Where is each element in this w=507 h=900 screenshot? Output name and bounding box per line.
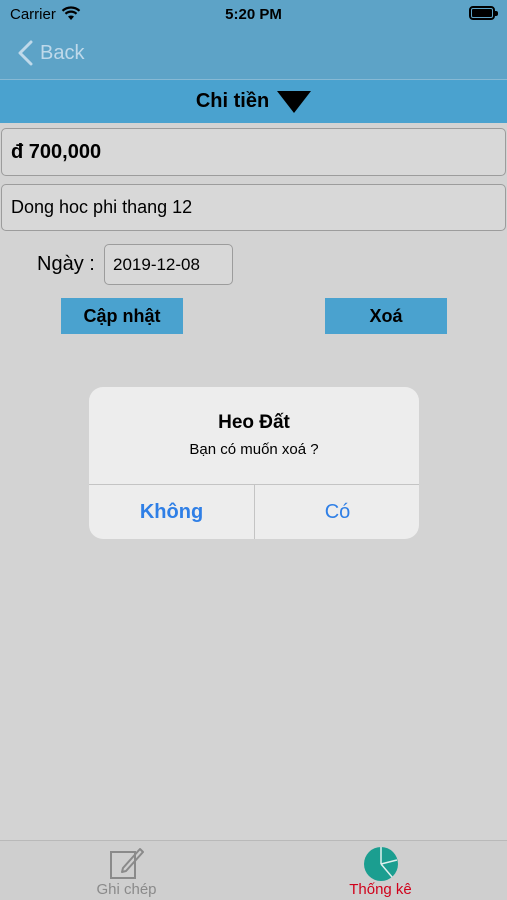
edit-note-icon	[109, 846, 145, 885]
dropdown-triangle-icon	[277, 90, 312, 113]
note-field[interactable]: Dong hoc phi thang 12	[1, 184, 506, 231]
screen: Carrier 5:20 PM Back Chi tiền đ 700,000 …	[0, 0, 507, 900]
alert-title: Heo Đất	[218, 412, 290, 433]
status-time: 5:20 PM	[225, 6, 282, 23]
tab-bar: Ghi chép Thống kê	[0, 840, 507, 900]
date-label: Ngày :	[37, 253, 95, 275]
tab-ghi-chep[interactable]: Ghi chép	[0, 841, 253, 900]
status-bar: Carrier 5:20 PM	[0, 0, 507, 28]
battery-icon	[469, 6, 498, 20]
tab-label-ghi-chep: Ghi chép	[96, 881, 157, 898]
chevron-left-icon	[18, 40, 33, 66]
alert-confirm-button[interactable]: Có	[255, 485, 419, 539]
back-button[interactable]: Back	[16, 40, 84, 66]
date-field[interactable]: 2019-12-08	[104, 244, 233, 285]
confirm-delete-alert: Heo Đất Bạn có muốn xoá ? Không Có	[89, 387, 419, 539]
category-selector[interactable]: Chi tiền	[0, 79, 507, 123]
alert-cancel-button[interactable]: Không	[89, 485, 254, 539]
alert-message: Bạn có muốn xoá ?	[189, 441, 319, 458]
amount-field[interactable]: đ 700,000	[1, 128, 506, 176]
tab-thong-ke[interactable]: Thống kê	[254, 841, 507, 900]
update-button[interactable]: Cập nhật	[61, 298, 183, 334]
tab-label-thong-ke: Thống kê	[349, 881, 412, 898]
page-title: Chi tiền	[195, 90, 270, 112]
back-label: Back	[40, 41, 85, 64]
delete-button[interactable]: Xoá	[325, 298, 447, 334]
navigation-bar: Carrier 5:20 PM Back	[0, 0, 507, 79]
